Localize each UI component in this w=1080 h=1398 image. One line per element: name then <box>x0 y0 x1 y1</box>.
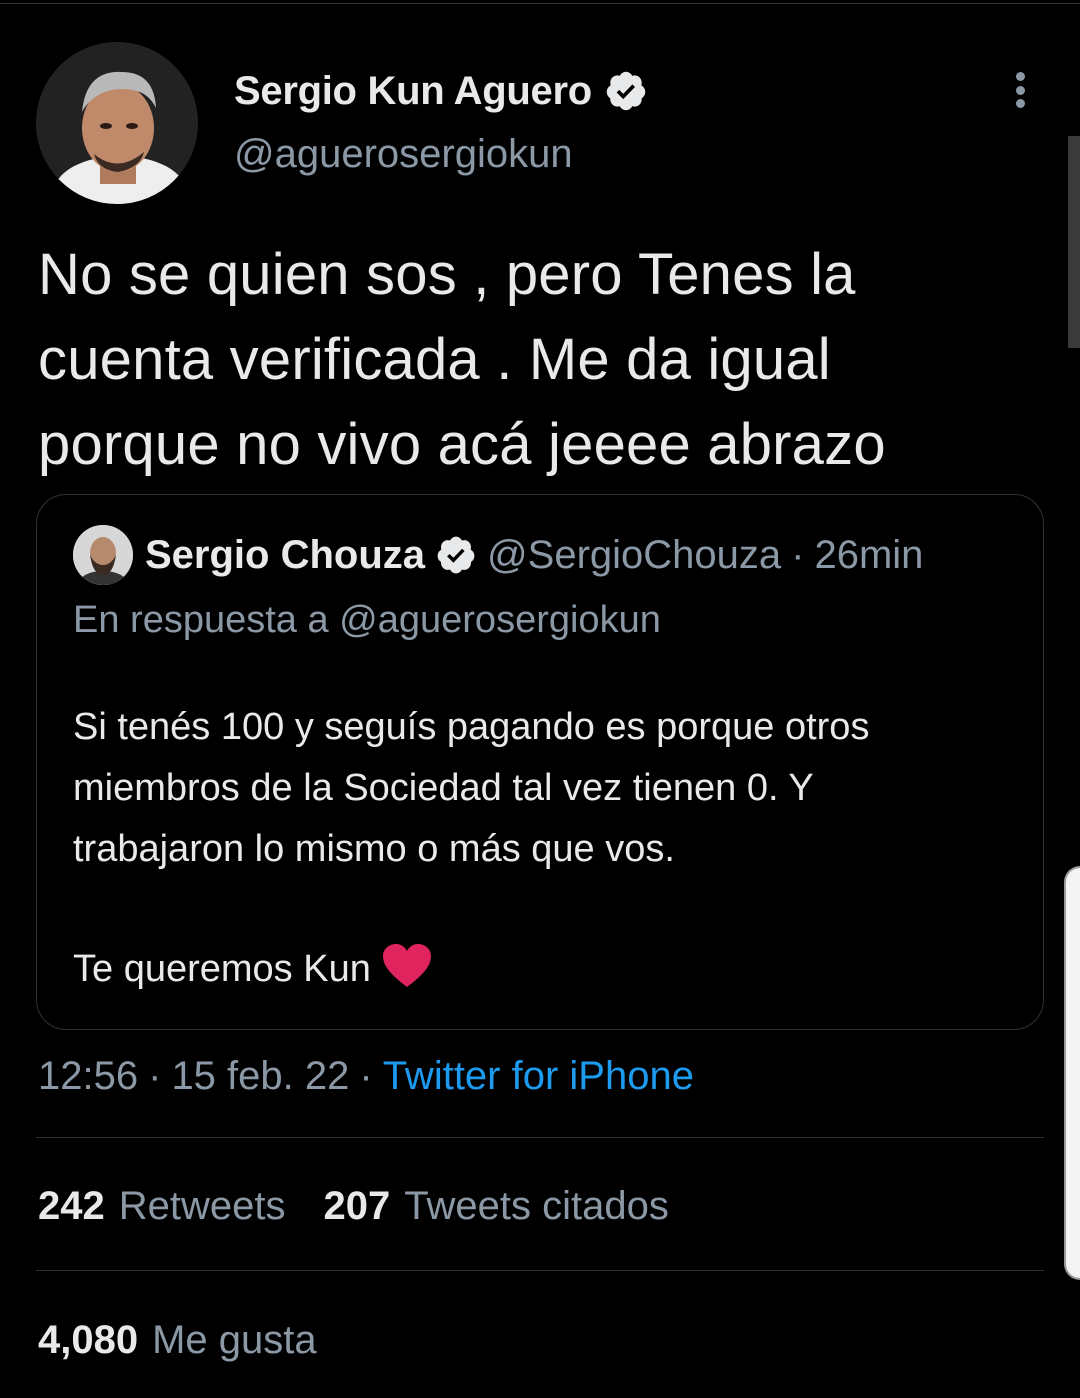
retweets-count: 242 <box>38 1183 105 1228</box>
quoted-text-line: Si tenés 100 y seguís pagando es porque … <box>73 706 870 748</box>
tweet-date[interactable]: 15 feb. 22 <box>171 1054 349 1099</box>
divider <box>36 1270 1044 1271</box>
quoted-text-line: trabajaron lo mismo o más que vos. <box>73 828 675 870</box>
verified-badge-icon <box>435 534 477 576</box>
tweet-meta: 12:56 · 15 feb. 22 · Twitter for iPhone <box>38 1052 694 1100</box>
likes-stat[interactable]: 4,080 Me gusta <box>38 1318 317 1363</box>
scrollbar-track <box>1068 136 1080 348</box>
tweet-text-line: No se quien sos , pero Tenes la <box>38 242 856 307</box>
separator-dot: · <box>148 1053 162 1098</box>
separator-dot: · <box>791 532 805 577</box>
likes-row: 4,080 Me gusta <box>38 1314 355 1366</box>
more-vertical-icon[interactable] <box>1002 68 1038 112</box>
scrollbar-handle[interactable] <box>1064 866 1080 1280</box>
quoted-author-handle[interactable]: @SergioChouza <box>487 533 781 578</box>
tweet-time[interactable]: 12:56 <box>38 1054 138 1099</box>
author-display-name[interactable]: Sergio Kun Aguero <box>234 69 592 114</box>
author-avatar[interactable] <box>36 42 198 204</box>
likes-label: Me gusta <box>152 1317 317 1362</box>
red-heart-icon <box>381 943 433 989</box>
quoted-tweet-text: Si tenés 100 y seguís pagando es porque … <box>73 697 1023 1000</box>
author-handle[interactable]: @aguerosergiokun <box>234 132 573 177</box>
separator-dot: · <box>359 1053 373 1098</box>
quote-tweets-count: 207 <box>323 1183 391 1228</box>
quoted-text-closing: Te queremos Kun <box>73 948 371 990</box>
divider <box>36 1137 1044 1138</box>
tweet-text-line: cuenta verificada . Me da igual <box>38 327 831 392</box>
tweet-text: No se quien sos , pero Tenes la cuenta v… <box>38 232 1038 487</box>
verified-badge-icon <box>604 69 648 113</box>
source-link[interactable]: Twitter for iPhone <box>383 1054 694 1099</box>
quoted-tweet-time[interactable]: 26min <box>814 533 923 578</box>
tweet-text-line: porque no vivo acá jeeee abrazo <box>38 412 886 477</box>
quoted-text-closing-line: Te queremos Kun <box>73 939 1023 1000</box>
engagement-stats: 242 Retweets 207 Tweets citados <box>38 1180 707 1232</box>
quoted-author-name[interactable]: Sergio Chouza <box>145 533 425 578</box>
quoted-tweet-card[interactable]: Sergio Chouza @SergioChouza · 26min En r… <box>36 494 1044 1030</box>
quoted-tweet-header: Sergio Chouza @SergioChouza · 26min <box>145 529 923 581</box>
top-divider <box>0 3 1080 4</box>
quoted-text-line: miembros de la Sociedad tal vez tienen 0… <box>73 767 814 809</box>
reply-context: En respuesta a @aguerosergiokun <box>73 599 661 641</box>
retweets-label: Retweets <box>118 1183 286 1228</box>
quote-tweets-stat[interactable]: 207 Tweets citados <box>324 1184 669 1229</box>
quote-tweets-label: Tweets citados <box>404 1183 669 1228</box>
retweets-stat[interactable]: 242 Retweets <box>38 1184 286 1229</box>
quoted-author-avatar[interactable] <box>73 525 133 585</box>
likes-count: 4,080 <box>38 1317 139 1362</box>
author-name-row: Sergio Kun Aguero <box>234 66 648 116</box>
